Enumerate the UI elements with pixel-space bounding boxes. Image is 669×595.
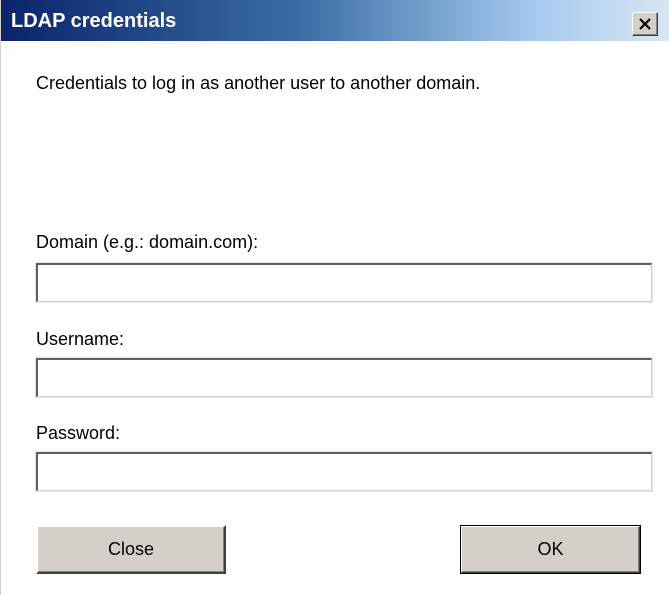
close-button[interactable]: Close (36, 525, 226, 574)
close-window-button[interactable] (632, 12, 658, 36)
username-input[interactable] (35, 357, 653, 398)
domain-label: Domain (e.g.: domain.com): (36, 232, 259, 252)
title-bar[interactable]: LDAP credentials (1, 0, 669, 41)
username-label: Username: (36, 329, 125, 349)
password-input[interactable] (35, 451, 653, 492)
close-icon (639, 18, 651, 30)
dialog-description: Credentials to log in as another user to… (36, 73, 481, 93)
window-title: LDAP credentials (11, 10, 177, 32)
password-label: Password: (36, 423, 121, 443)
domain-input[interactable] (35, 262, 653, 303)
ldap-credentials-dialog: LDAP credentials Credentials to log in a… (0, 0, 669, 595)
close-button-label: Close (107, 539, 155, 559)
ok-button-label: OK (537, 539, 564, 559)
ok-button[interactable]: OK (460, 525, 641, 574)
